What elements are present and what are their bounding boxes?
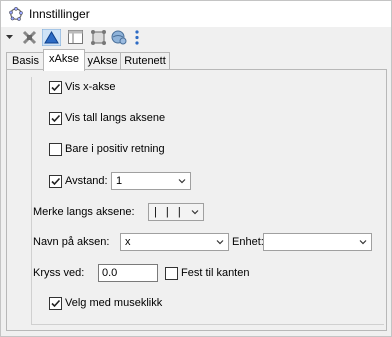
distance-combobox[interactable]: 1 (111, 172, 191, 190)
layout-icon[interactable] (90, 29, 107, 46)
unit-combobox[interactable] (263, 233, 372, 251)
show-axis-label: Vis x-akse (65, 81, 116, 93)
fix-edge-checkbox[interactable] (165, 267, 178, 280)
fix-edge-label: Fest til kanten (181, 267, 250, 279)
tab-label: Basis (12, 55, 39, 67)
axis-name-label: Navn på aksen: (33, 236, 110, 248)
tab-rutenett[interactable]: Rutenett (120, 52, 170, 70)
graphics-icon[interactable] (42, 29, 61, 46)
more-icon[interactable] (134, 29, 140, 46)
cross-at-input[interactable]: 0.0 (98, 264, 158, 282)
tab-label: yAkse (87, 55, 118, 67)
checkmark-icon (51, 83, 61, 92)
show-numbers-checkbox[interactable] (49, 112, 62, 125)
window-title: Innstillinger (29, 7, 90, 21)
select-mouse-label: Velg med museklikk (65, 297, 163, 309)
tab-basis[interactable]: Basis (6, 52, 45, 70)
tab-bar: Basis xAkse yAkse Rutenett (1, 49, 391, 71)
globe-icon[interactable] (111, 29, 128, 46)
checkmark-icon (51, 299, 61, 308)
axis-name-value: x (125, 236, 131, 248)
cross-at-label: Kryss ved: (33, 267, 85, 279)
ticks-value: | | | (154, 206, 184, 218)
tab-xakse[interactable]: xAkse (43, 49, 85, 71)
app-icon (9, 7, 23, 21)
point-icon[interactable] (21, 29, 38, 46)
checkmark-icon (51, 177, 61, 186)
title-bar[interactable]: Innstillinger (1, 1, 391, 27)
algebra-icon[interactable] (67, 29, 84, 46)
chevron-down-icon (178, 179, 186, 184)
distance-checkbox[interactable] (49, 175, 62, 188)
checkmark-icon (51, 114, 61, 123)
distance-label: Avstand: (65, 175, 108, 187)
toolbar (1, 27, 391, 49)
unit-label: Enhet: (232, 236, 264, 248)
positive-only-label: Bare i positiv retning (65, 143, 165, 155)
tab-label: Rutenett (124, 55, 166, 67)
cross-at-value: 0.0 (102, 267, 118, 279)
menu-arrow-icon[interactable] (5, 29, 14, 46)
select-mouse-checkbox[interactable] (49, 297, 62, 310)
ticks-label: Merke langs aksene: (33, 206, 135, 218)
settings-window: Innstillinger Basis xAkse yAkse Rutenett… (0, 0, 392, 337)
distance-value: 1 (116, 175, 123, 187)
chevron-down-icon (359, 240, 367, 245)
ticks-combobox[interactable]: | | | (148, 203, 204, 221)
chevron-down-icon (216, 240, 224, 245)
tab-yakse[interactable]: yAkse (83, 52, 122, 70)
axis-name-combobox[interactable]: x (120, 233, 229, 251)
positive-only-checkbox[interactable] (49, 143, 62, 156)
chevron-down-icon (191, 210, 199, 215)
tab-label: xAkse (49, 53, 79, 65)
show-axis-checkbox[interactable] (49, 81, 62, 94)
xaxis-panel: Vis x-akse Vis tall langs aksene Bare i … (6, 69, 387, 331)
show-numbers-label: Vis tall langs aksene (65, 112, 166, 124)
